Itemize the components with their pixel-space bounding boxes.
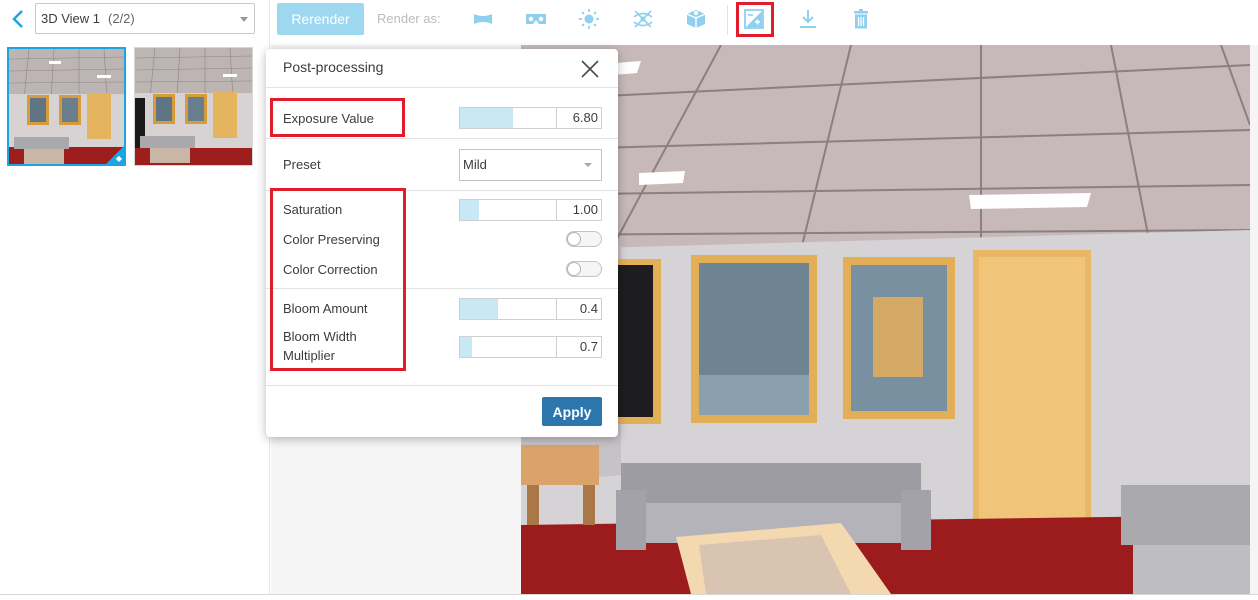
divider [266,385,618,386]
exposure-slider-fill [460,108,513,128]
chevron-down-icon [584,163,592,167]
exposure-slider[interactable]: 6.80 [459,107,602,129]
preset-value: Mild [463,157,487,172]
render-as-label: Render as: [377,11,441,26]
chevron-left-icon [12,10,23,28]
render-thumbnail-1[interactable]: ◆ [7,47,126,166]
bloom-amount-slider[interactable]: 0.4 [459,298,602,320]
chevron-down-icon [240,17,248,22]
saturation-slider[interactable]: 1.00 [459,199,602,221]
bottom-border [0,594,1258,595]
view-select[interactable]: 3D View 1 (2/2) [35,3,255,34]
bloom-amount-value[interactable]: 0.4 [556,299,601,319]
toggle-knob [567,232,581,246]
highlight-exposure-tool [736,2,774,37]
color-preserving-toggle[interactable] [566,231,602,247]
exposure-value[interactable]: 6.80 [556,108,601,128]
dialog-header-divider [266,87,618,88]
bloom-width-slider[interactable]: 0.7 [459,336,602,358]
delete-icon[interactable] [848,6,874,32]
cube-render-icon[interactable] [683,6,709,32]
saturation-slider-fill [460,200,479,220]
toggle-knob [567,262,581,276]
rendered-image [521,45,1250,594]
diamond-icon: ◆ [115,154,122,163]
thumbnail-image [135,48,252,165]
highlight-color-bloom-settings [270,188,406,371]
dialog-title: Post-processing [283,59,384,75]
color-correction-toggle[interactable] [566,261,602,277]
rerender-button[interactable]: Rerender [277,3,364,35]
illuminance-icon[interactable] [576,6,602,32]
back-button[interactable] [8,8,28,30]
close-button[interactable] [579,58,601,80]
apply-button[interactable]: Apply [542,397,602,426]
preset-label: Preset [283,157,321,172]
render-thumbnail-2[interactable] [134,47,253,166]
sun-path-icon[interactable] [630,6,656,32]
bloom-width-slider-fill [460,337,472,357]
bloom-amount-slider-fill [460,299,498,319]
stereo-vr-icon[interactable] [523,6,549,32]
highlight-exposure-value [270,98,405,137]
download-icon[interactable] [795,6,821,32]
preset-select[interactable]: Mild [459,149,602,181]
view-select-value: 3D View 1 [41,11,101,26]
divider [266,138,618,139]
saturation-value[interactable]: 1.00 [556,200,601,220]
panorama-icon[interactable] [470,6,496,32]
close-icon [581,60,599,78]
toolbar-separator [727,5,728,35]
bloom-width-value[interactable]: 0.7 [556,337,601,357]
view-counter: (2/2) [108,11,135,26]
left-panel: 3D View 1 (2/2) ◆ [0,0,270,594]
